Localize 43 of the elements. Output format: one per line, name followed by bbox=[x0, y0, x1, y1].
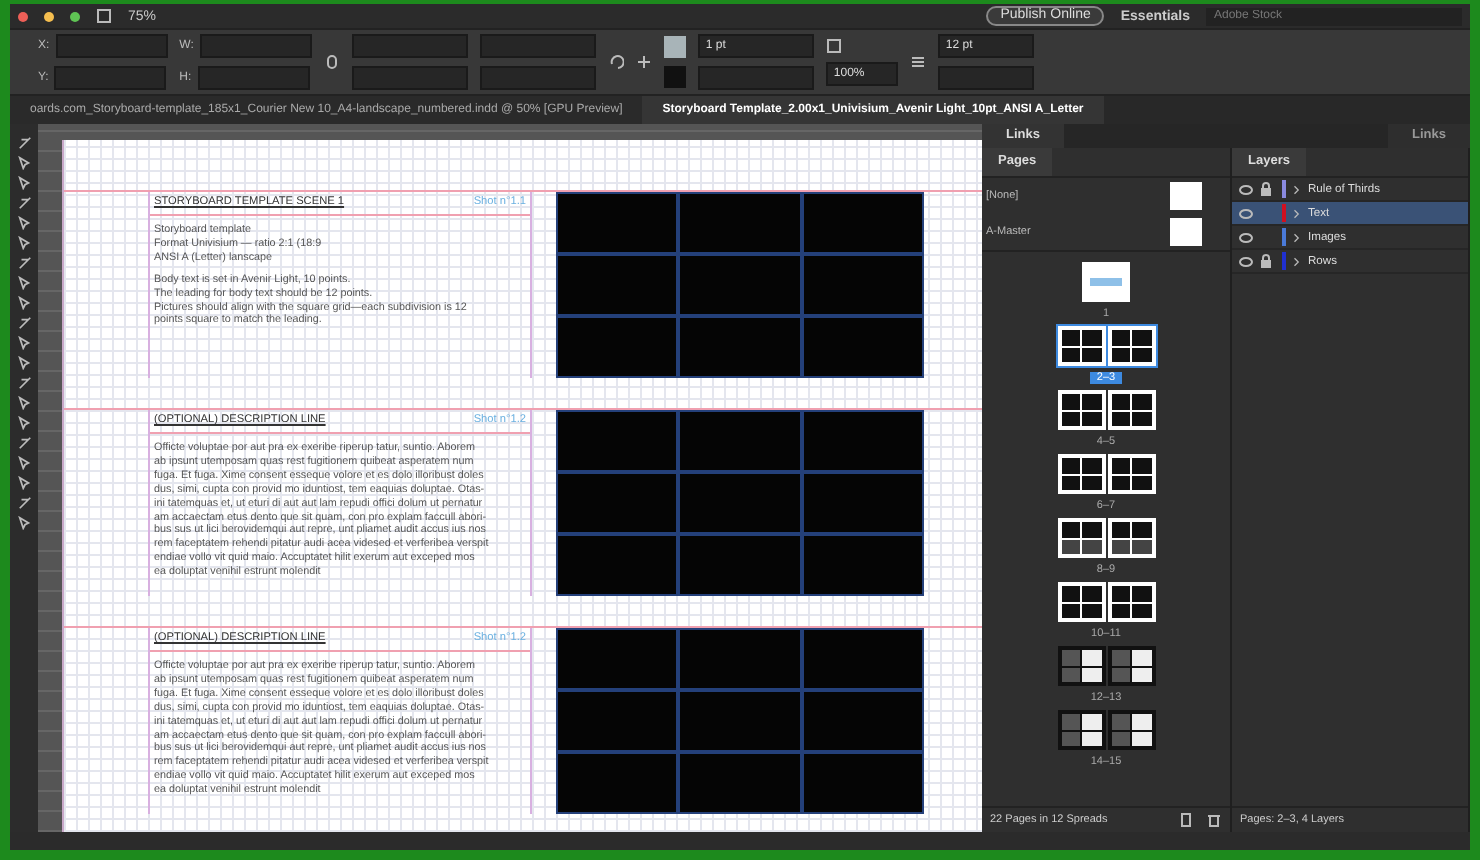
input-field[interactable] bbox=[937, 66, 1034, 90]
input-field[interactable] bbox=[479, 66, 596, 90]
fill-swatch[interactable] bbox=[663, 36, 686, 58]
spread-thumbnail[interactable] bbox=[1055, 388, 1157, 432]
tool-icon[interactable] bbox=[17, 256, 31, 270]
spread-thumbnail[interactable] bbox=[1055, 324, 1157, 368]
input-field[interactable] bbox=[351, 66, 468, 90]
spread-thumbnail[interactable] bbox=[1055, 452, 1157, 496]
tool-icon[interactable] bbox=[17, 316, 31, 330]
rotate-icon[interactable] bbox=[607, 54, 624, 70]
tool-icon[interactable] bbox=[17, 376, 31, 390]
stroke-swatch[interactable] bbox=[663, 66, 686, 88]
minimize-icon[interactable] bbox=[44, 11, 54, 21]
master-thumbnail[interactable] bbox=[1170, 218, 1202, 246]
stroke-style-field[interactable] bbox=[697, 66, 814, 90]
spread-thumbnail[interactable] bbox=[1080, 260, 1132, 304]
close-icon[interactable] bbox=[18, 11, 28, 21]
spread-thumbnail[interactable] bbox=[1055, 644, 1157, 688]
spread-thumbnail[interactable] bbox=[1055, 708, 1157, 752]
tool-icon[interactable] bbox=[17, 136, 31, 150]
tool-icon[interactable] bbox=[17, 496, 31, 510]
input-field[interactable] bbox=[197, 66, 310, 90]
frame-icon[interactable] bbox=[825, 38, 842, 54]
input-field[interactable] bbox=[199, 34, 312, 58]
flip-icon[interactable] bbox=[635, 54, 652, 70]
tool-icon[interactable] bbox=[17, 436, 31, 450]
input-field[interactable] bbox=[351, 34, 468, 58]
input-field[interactable] bbox=[479, 34, 596, 58]
spread-thumbnail[interactable] bbox=[1055, 580, 1157, 624]
link-icon[interactable] bbox=[323, 54, 340, 70]
tool-icon[interactable] bbox=[17, 196, 31, 210]
new-page-icon[interactable] bbox=[1178, 812, 1194, 828]
input-field[interactable] bbox=[54, 66, 167, 90]
input-field[interactable] bbox=[55, 34, 168, 58]
lock-icon[interactable] bbox=[1260, 254, 1272, 268]
trash-icon[interactable] bbox=[1206, 812, 1222, 828]
tool-icon[interactable] bbox=[17, 516, 31, 530]
grid-icon[interactable] bbox=[96, 8, 112, 24]
lock-icon[interactable] bbox=[1260, 182, 1272, 196]
align-icon[interactable] bbox=[909, 54, 926, 70]
zoom-icon[interactable] bbox=[70, 11, 80, 21]
master-thumbnail[interactable] bbox=[1170, 182, 1202, 210]
spread-thumbnail[interactable] bbox=[1055, 516, 1157, 560]
